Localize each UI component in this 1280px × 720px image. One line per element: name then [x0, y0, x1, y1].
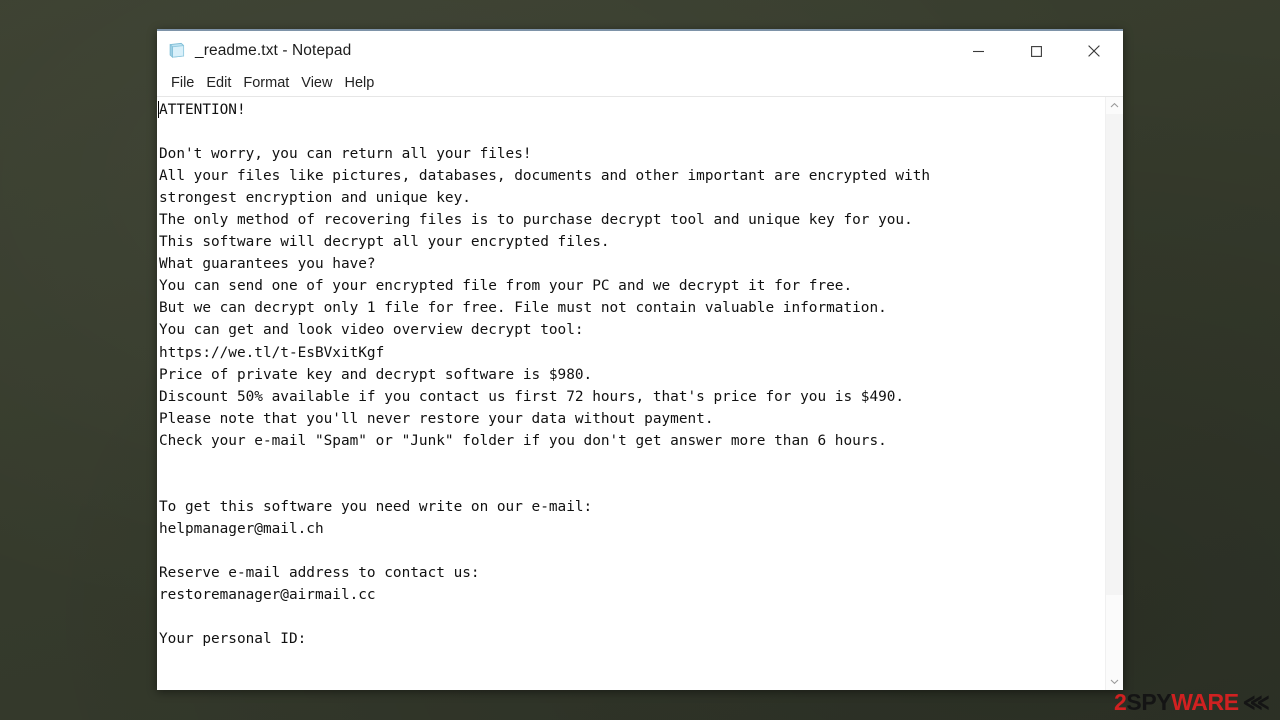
menu-item-file[interactable]: File — [165, 71, 200, 96]
watermark-chevron-icon: ⋘ — [1242, 689, 1270, 715]
window-title: _readme.txt - Notepad — [195, 42, 352, 59]
menu-item-help[interactable]: Help — [338, 71, 380, 96]
watermark-part-war: WAR — [1171, 689, 1224, 715]
close-button[interactable] — [1065, 31, 1123, 71]
scroll-up-arrow[interactable] — [1106, 97, 1123, 114]
watermark-part-2: 2 — [1114, 689, 1127, 715]
watermark-part-e: E — [1223, 689, 1239, 715]
scrollbar-track[interactable] — [1106, 114, 1123, 673]
watermark-2spyware: 2 SPY WAR E ⋘ — [1114, 691, 1272, 714]
notepad-document-icon — [167, 41, 187, 61]
watermark-part-spy: SPY — [1126, 689, 1172, 715]
menu-item-view[interactable]: View — [295, 71, 338, 96]
editor-area: ATTENTION! Don't worry, you can return a… — [157, 97, 1123, 690]
maximize-button[interactable] — [1007, 31, 1065, 71]
menu-bar: File Edit Format View Help — [157, 71, 1123, 96]
notepad-window: _readme.txt - Notepad File Edit Format V… — [157, 29, 1123, 690]
vertical-scrollbar[interactable] — [1105, 97, 1123, 690]
window-controls — [949, 31, 1123, 71]
title-bar-left: _readme.txt - Notepad — [157, 41, 949, 61]
menu-item-edit[interactable]: Edit — [200, 71, 237, 96]
ransom-note-text[interactable]: ATTENTION! Don't worry, you can return a… — [159, 99, 1105, 650]
scroll-down-arrow[interactable] — [1106, 673, 1123, 690]
text-editing-surface[interactable]: ATTENTION! Don't worry, you can return a… — [157, 97, 1105, 690]
scrollbar-thumb[interactable] — [1106, 114, 1123, 595]
minimize-button[interactable] — [949, 31, 1007, 71]
title-bar[interactable]: _readme.txt - Notepad — [157, 31, 1123, 71]
menu-item-format[interactable]: Format — [237, 71, 295, 96]
